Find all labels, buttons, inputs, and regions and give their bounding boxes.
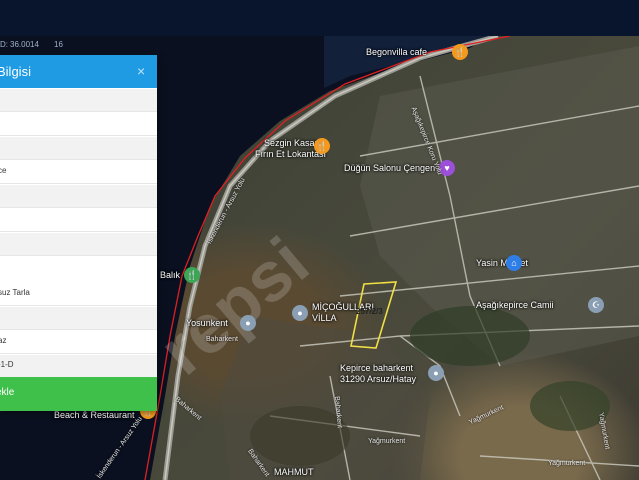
poi-label: Aşağıkepirce Camii xyxy=(476,300,554,310)
place-icon: ● xyxy=(240,315,256,331)
info-row xyxy=(0,307,157,330)
info-row-value: az xyxy=(0,336,7,345)
info-row: ce xyxy=(0,161,157,184)
info-row xyxy=(0,113,157,136)
info-row: suz Tarla xyxy=(0,283,157,306)
road-label: Yağmurkent xyxy=(548,460,586,467)
coord-value-b: 16 xyxy=(54,40,63,49)
add-button-label: ekle xyxy=(0,387,15,398)
poi-label: Begonvilla cafe xyxy=(366,47,428,57)
road-label: Baharkent xyxy=(206,336,238,343)
info-row-value: ce xyxy=(0,166,7,175)
info-row xyxy=(0,209,157,232)
panel-header: Bilgisi × xyxy=(0,55,157,88)
info-row xyxy=(0,89,157,112)
close-icon[interactable]: × xyxy=(137,63,145,79)
info-row xyxy=(0,185,157,208)
coord-value-a: 36.0014 xyxy=(10,40,39,49)
info-row xyxy=(0,233,157,256)
top-bar xyxy=(0,0,639,36)
poi-label-line1: Kepirce baharkent xyxy=(340,363,414,373)
parcel-info-panel: Bilgisi × ce suz Tarla az -1-D ekle xyxy=(0,55,157,411)
restaurant-icon: 🍴 xyxy=(314,138,330,154)
poi-label-line1: Sezgin Kasap xyxy=(264,138,320,148)
info-row: az xyxy=(0,331,157,354)
info-row-value: -1-D xyxy=(0,360,14,369)
restaurant-icon: 🍴 xyxy=(452,44,468,60)
shop-icon: ⌂ xyxy=(506,255,522,271)
poi-label-line2: 31290 Arsuz/Hatay xyxy=(340,374,417,384)
info-row-value: suz Tarla xyxy=(0,288,30,297)
info-row xyxy=(0,137,157,160)
fish-restaurant-icon: 🍴 xyxy=(184,267,200,283)
info-row: -1-D xyxy=(0,355,157,378)
poi-label: MAHMUT xyxy=(274,467,314,477)
panel-title: Bilgisi xyxy=(0,64,31,79)
place-icon: ● xyxy=(292,305,308,321)
poi-label: Beach & Restaurant xyxy=(54,410,135,420)
poi-label-line2: VİLLA xyxy=(312,313,337,323)
poi-label: Balık xyxy=(160,270,181,280)
coord-prefix: D: xyxy=(0,40,8,49)
map-app: repsi Begonvilla cafe 🍴 Sezgin Kasap Fır… xyxy=(0,0,639,480)
road-label: Yağmurkent xyxy=(368,438,406,445)
add-button[interactable]: ekle xyxy=(0,377,157,411)
poi-label: Yosunkent xyxy=(186,318,228,328)
parcel-label: 257/2/3 xyxy=(356,307,383,316)
poi-label: Düğün Salonu Çengen xyxy=(344,163,436,173)
place-icon: ● xyxy=(428,365,444,381)
mosque-icon: ☪ xyxy=(588,297,604,313)
